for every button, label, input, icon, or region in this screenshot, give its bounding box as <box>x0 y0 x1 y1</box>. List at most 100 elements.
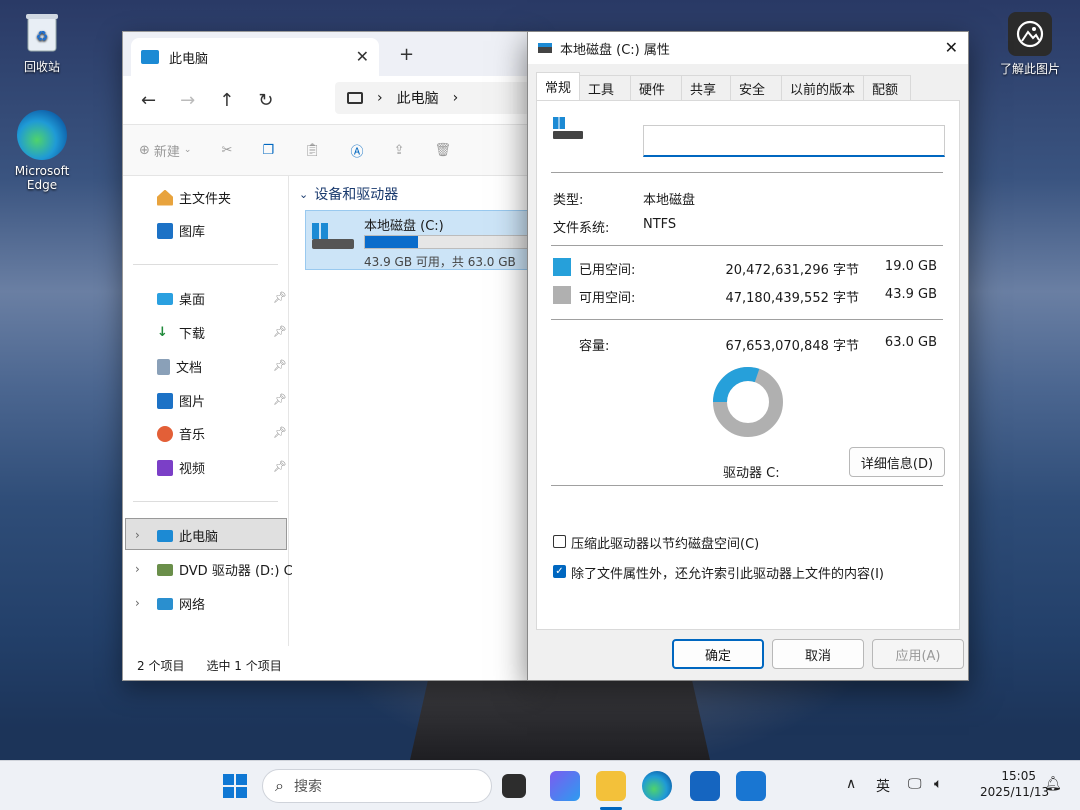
sidebar-item-documents[interactable]: 文档 <box>157 357 202 376</box>
paste-icon[interactable]: 📋︎ <box>304 143 321 158</box>
delete-icon[interactable]: 🗑︎ <box>434 143 451 158</box>
chevron-down-icon: ⌄ <box>183 145 192 155</box>
picture-icon <box>157 392 173 409</box>
chevron-down-icon: ⌄ <box>299 187 309 201</box>
expand-chevron-icon[interactable]: › <box>135 596 140 610</box>
pin-icon[interactable]: 📌︎ <box>273 291 287 304</box>
sidebar-item-dvd[interactable]: DVD 驱动器 (D:) C <box>157 560 293 579</box>
edge-label: Microsoft Edge <box>14 164 70 192</box>
windows-logo-icon <box>223 774 247 798</box>
monitor-icon <box>347 92 363 104</box>
tab-previous-versions[interactable]: 以前的版本 <box>781 75 865 100</box>
tab-tools[interactable]: 工具 <box>579 75 632 100</box>
sidebar-item-label: DVD 驱动器 (D:) C <box>179 564 293 579</box>
details-button[interactable]: 详细信息(D) <box>849 447 945 477</box>
sidebar-item-pictures[interactable]: 图片 <box>157 391 205 410</box>
sidebar-item-label: 图片 <box>179 395 206 410</box>
store-icon[interactable] <box>690 771 720 801</box>
copilot-icon[interactable] <box>550 771 580 801</box>
up-icon[interactable]: ↑ <box>219 90 234 111</box>
edge-shortcut[interactable]: Microsoft Edge <box>2 110 82 192</box>
search-icon: ⌕ <box>275 776 284 795</box>
network-icon[interactable]: 🖵︎ <box>908 776 922 792</box>
learn-picture-label: 了解此图片 <box>999 62 1060 76</box>
notification-icon[interactable]: 🔔︎ <box>1044 776 1062 792</box>
learn-picture-shortcut[interactable]: 了解此图片 <box>990 12 1070 77</box>
sidebar-item-network[interactable]: 网络 <box>157 594 205 613</box>
drive-icon <box>312 223 354 249</box>
expand-chevron-icon[interactable]: › <box>135 528 140 542</box>
index-label[interactable]: 除了文件属性外，还允许索引此驱动器上文件的内容(I) <box>571 563 884 582</box>
new-button[interactable]: ⊕ 新建 ⌄ <box>139 141 191 160</box>
back-icon[interactable]: ← <box>141 90 156 111</box>
sidebar-item-label: 下载 <box>179 327 206 342</box>
outlook-icon[interactable] <box>736 771 766 801</box>
document-icon <box>157 358 170 375</box>
pin-icon[interactable]: 📌︎ <box>273 460 287 473</box>
new-tab-icon[interactable]: + <box>399 44 414 65</box>
sidebar-item-desktop[interactable]: 桌面 <box>157 289 205 308</box>
sidebar-item-this-pc[interactable]: 此电脑 <box>157 526 218 545</box>
pin-icon[interactable]: 📌︎ <box>273 325 287 338</box>
learn-picture-icon <box>1008 12 1052 56</box>
sidebar-item-downloads[interactable]: ↓ 下载 <box>157 323 205 342</box>
video-icon <box>157 459 173 476</box>
volume-icon[interactable]: 🔈︎ <box>934 776 942 792</box>
used-space-gb: 19.0 GB <box>884 259 937 274</box>
home-icon <box>157 189 173 206</box>
pin-icon[interactable]: 📌︎ <box>273 393 287 406</box>
copy-icon[interactable]: ❐ <box>262 143 274 158</box>
capacity-bytes: 67,653,070,848 字节 <box>725 339 859 354</box>
refresh-icon[interactable]: ↻ <box>258 90 273 111</box>
close-tab-icon[interactable]: ✕ <box>356 47 369 66</box>
file-explorer-taskbar-icon[interactable] <box>596 771 626 801</box>
explorer-tab-title: 此电脑 <box>169 51 209 67</box>
drive-name: 本地磁盘 (C:) <box>364 219 444 234</box>
cancel-button[interactable]: 取消 <box>772 639 864 669</box>
drive-icon <box>553 117 583 143</box>
clock[interactable]: 15:05 2025/11/13 <box>980 768 1049 800</box>
music-icon <box>157 425 173 442</box>
breadcrumb-chevron-icon: › <box>377 90 383 106</box>
sidebar-item-label: 视频 <box>179 462 206 477</box>
taskbar-search-box[interactable]: ⌕ 搜索 <box>262 769 492 803</box>
breadcrumb-chevron-icon[interactable]: › <box>453 90 459 106</box>
pin-icon[interactable]: 📌︎ <box>273 426 287 439</box>
drive-label-input[interactable] <box>643 125 945 157</box>
start-button[interactable] <box>220 771 250 801</box>
compress-label[interactable]: 压缩此驱动器以节约磁盘空间(C) <box>571 533 759 552</box>
sidebar-item-home[interactable]: 主文件夹 <box>157 188 231 207</box>
file-explorer-window: 此电脑 ✕ + ← → ↑ ↻ › 此电脑 › ⊕ 新建 ⌄ ✂ ❐ 📋︎ Ⓐ ⇪ … <box>122 31 545 681</box>
compress-checkbox[interactable] <box>553 535 566 548</box>
expand-chevron-icon[interactable]: › <box>135 562 140 576</box>
ime-indicator[interactable]: 英 <box>876 776 890 796</box>
cut-icon[interactable]: ✂ <box>221 143 232 158</box>
show-hidden-icons-icon[interactable]: ∧ <box>846 776 856 792</box>
sidebar-item-gallery[interactable]: 图库 <box>157 221 205 240</box>
sidebar-item-music[interactable]: 音乐 <box>157 424 205 443</box>
task-view-icon[interactable] <box>502 774 526 798</box>
pin-icon[interactable]: 📌︎ <box>273 359 287 372</box>
ok-button[interactable]: 确定 <box>672 639 764 669</box>
section-header[interactable]: ⌄ 设备和驱动器 <box>299 184 398 204</box>
tab-general[interactable]: 常规 <box>536 72 581 100</box>
recycle-bin-shortcut[interactable]: ♻ 回收站 <box>2 10 82 75</box>
tab-sharing[interactable]: 共享 <box>681 75 732 100</box>
monitor-icon <box>141 50 159 64</box>
forward-icon[interactable]: → <box>180 90 195 111</box>
tab-hardware[interactable]: 硬件 <box>630 75 683 100</box>
capacity-label: 容量: <box>579 339 610 354</box>
address-bar[interactable]: › 此电脑 › <box>335 82 535 114</box>
index-checkbox[interactable]: ✓ <box>553 565 566 578</box>
tab-quota[interactable]: 配额 <box>863 75 912 100</box>
close-icon[interactable]: ✕ <box>945 38 958 57</box>
drive-c-tile[interactable]: 本地磁盘 (C:) 43.9 GB 可用，共 63.0 GB <box>305 210 545 270</box>
used-space-swatch <box>553 258 571 276</box>
edge-taskbar-icon[interactable] <box>642 771 672 801</box>
rename-icon[interactable]: Ⓐ <box>351 141 364 160</box>
sidebar-item-videos[interactable]: 视频 <box>157 458 205 477</box>
share-icon[interactable]: ⇪ <box>394 143 405 158</box>
explorer-tab[interactable]: 此电脑 ✕ <box>131 38 379 76</box>
tab-security[interactable]: 安全 <box>730 75 783 100</box>
apply-button[interactable]: 应用(A) <box>872 639 964 669</box>
